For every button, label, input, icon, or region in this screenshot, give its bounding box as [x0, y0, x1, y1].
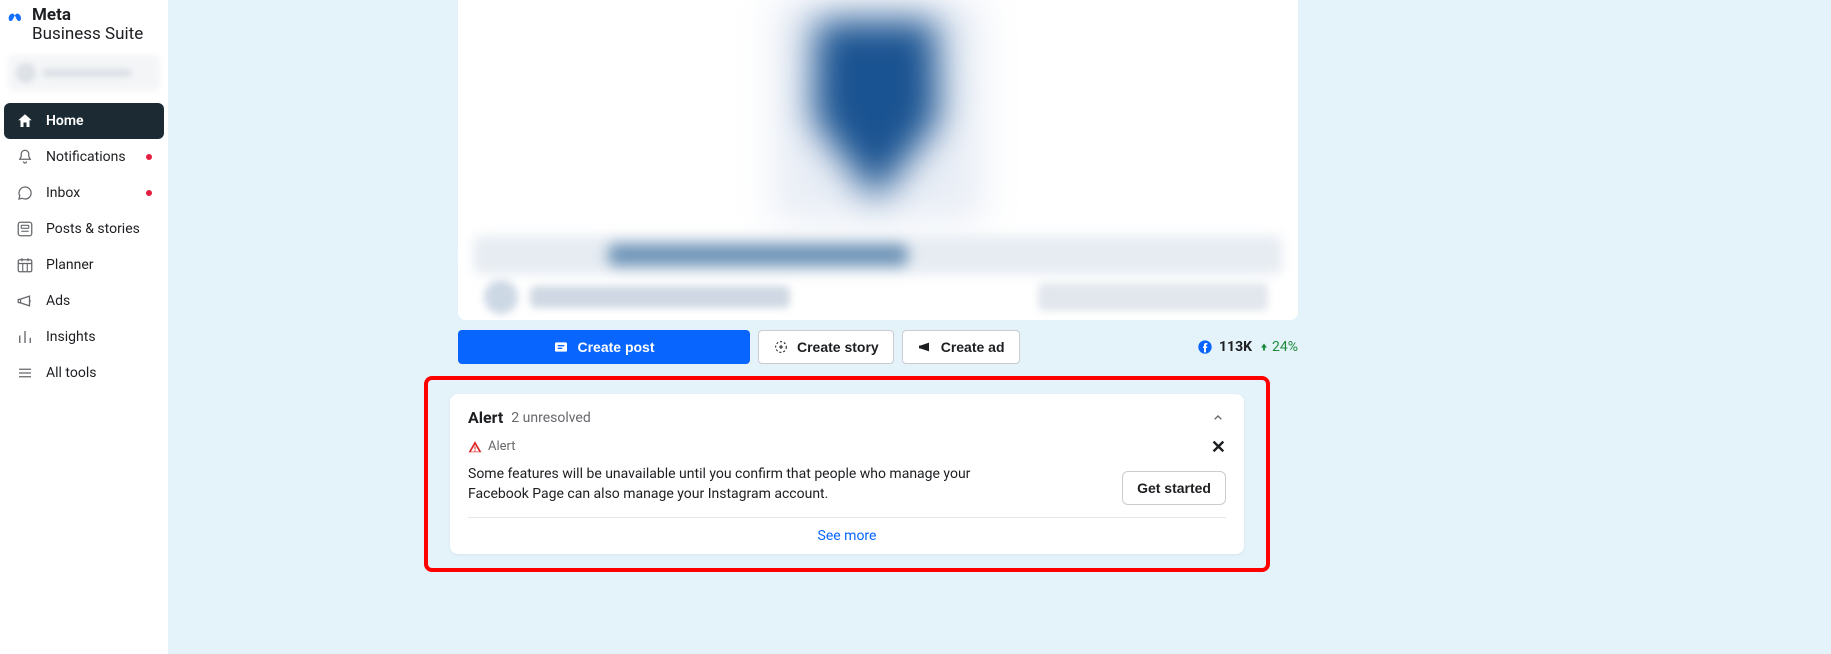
- get-started-button[interactable]: Get started: [1122, 471, 1226, 505]
- reach-stat: 113K 24%: [1197, 339, 1298, 355]
- page-logo-placeholder: [773, 0, 983, 222]
- create-ad-button[interactable]: Create ad: [902, 330, 1020, 364]
- alert-badge-label: Alert: [488, 439, 516, 454]
- brand-line2: Business Suite: [32, 25, 143, 44]
- sidebar-nav: Home Notifications Inbox P: [0, 103, 168, 391]
- chat-icon: [16, 184, 34, 202]
- home-icon: [16, 112, 34, 130]
- sidebar-item-planner[interactable]: Planner: [4, 247, 164, 283]
- annotation-highlight: Alert 2 unresolved Alert: [424, 376, 1270, 572]
- sidebar: Meta Business Suite Home Notifications: [0, 0, 168, 654]
- sidebar-item-posts[interactable]: Posts & stories: [4, 211, 164, 247]
- close-icon[interactable]: ✕: [1211, 439, 1226, 457]
- divider: [468, 517, 1226, 518]
- content-column: Create post Create story Create ad: [458, 0, 1298, 572]
- warning-icon: [468, 440, 482, 454]
- sidebar-item-all-tools[interactable]: All tools: [4, 355, 164, 391]
- unread-dot: [146, 190, 152, 196]
- sidebar-item-label: Inbox: [46, 185, 80, 201]
- compose-icon: [553, 339, 569, 355]
- sidebar-item-label: All tools: [46, 365, 96, 381]
- bell-icon: [16, 148, 34, 166]
- sidebar-item-label: Ads: [46, 293, 70, 309]
- app-root: Meta Business Suite Home Notifications: [0, 0, 1831, 654]
- sidebar-item-label: Insights: [46, 329, 96, 345]
- facebook-icon: [1197, 339, 1213, 355]
- main-content: Create post Create story Create ad: [168, 0, 1831, 654]
- actions-row: Create post Create story Create ad: [458, 330, 1298, 364]
- megaphone-icon: [16, 292, 34, 310]
- create-story-button[interactable]: Create story: [758, 330, 894, 364]
- alert-body: Alert Some features will be unavailable …: [468, 439, 1226, 505]
- alert-body-right: ✕ Get started: [1122, 439, 1226, 505]
- account-selector[interactable]: [8, 55, 160, 91]
- page-header-card: [458, 0, 1298, 320]
- see-more-label: See more: [818, 528, 877, 544]
- page-switcher-placeholder: [1038, 283, 1268, 311]
- story-icon: [773, 339, 789, 355]
- page-meta-row-placeholder: [474, 278, 1282, 316]
- sidebar-item-label: Planner: [46, 257, 93, 273]
- chart-icon: [16, 328, 34, 346]
- meta-logo-icon: [8, 9, 24, 25]
- sidebar-item-inbox[interactable]: Inbox: [4, 175, 164, 211]
- collapse-icon[interactable]: [1210, 410, 1226, 426]
- brand: Meta Business Suite: [0, 0, 168, 45]
- ad-megaphone-icon: [917, 339, 933, 355]
- create-post-label: Create post: [577, 339, 654, 355]
- posts-icon: [16, 220, 34, 238]
- get-started-label: Get started: [1137, 480, 1211, 496]
- alert-title: Alert: [468, 408, 503, 427]
- avatar-placeholder: [484, 280, 518, 314]
- sidebar-item-home[interactable]: Home: [4, 103, 164, 139]
- alert-header: Alert 2 unresolved: [468, 408, 1226, 427]
- page-title-text-placeholder: [530, 286, 790, 308]
- unread-dot: [146, 154, 152, 160]
- arrow-up-icon: [1258, 341, 1270, 353]
- sidebar-item-label: Notifications: [46, 149, 126, 165]
- see-more-link[interactable]: See more: [468, 522, 1226, 546]
- reach-change-value: 24%: [1272, 339, 1298, 355]
- alert-subtitle: 2 unresolved: [511, 410, 590, 426]
- reach-change: 24%: [1258, 339, 1298, 355]
- create-post-button[interactable]: Create post: [458, 330, 750, 364]
- sidebar-item-ads[interactable]: Ads: [4, 283, 164, 319]
- reach-value: 113K: [1219, 339, 1252, 355]
- alert-card: Alert 2 unresolved Alert: [450, 394, 1244, 554]
- sidebar-item-notifications[interactable]: Notifications: [4, 139, 164, 175]
- page-name-strip-placeholder: [474, 236, 1282, 274]
- calendar-icon: [16, 256, 34, 274]
- menu-icon: [16, 364, 34, 382]
- brand-text: Meta Business Suite: [32, 6, 143, 43]
- alert-message: Some features will be unavailable until …: [468, 464, 1028, 505]
- alert-badge: Alert: [468, 439, 1110, 454]
- brand-line1: Meta: [32, 6, 143, 25]
- create-ad-label: Create ad: [941, 339, 1005, 355]
- sidebar-item-label: Home: [46, 113, 84, 129]
- alert-body-left: Alert Some features will be unavailable …: [468, 439, 1110, 505]
- sidebar-item-label: Posts & stories: [46, 221, 140, 237]
- sidebar-item-insights[interactable]: Insights: [4, 319, 164, 355]
- create-story-label: Create story: [797, 339, 879, 355]
